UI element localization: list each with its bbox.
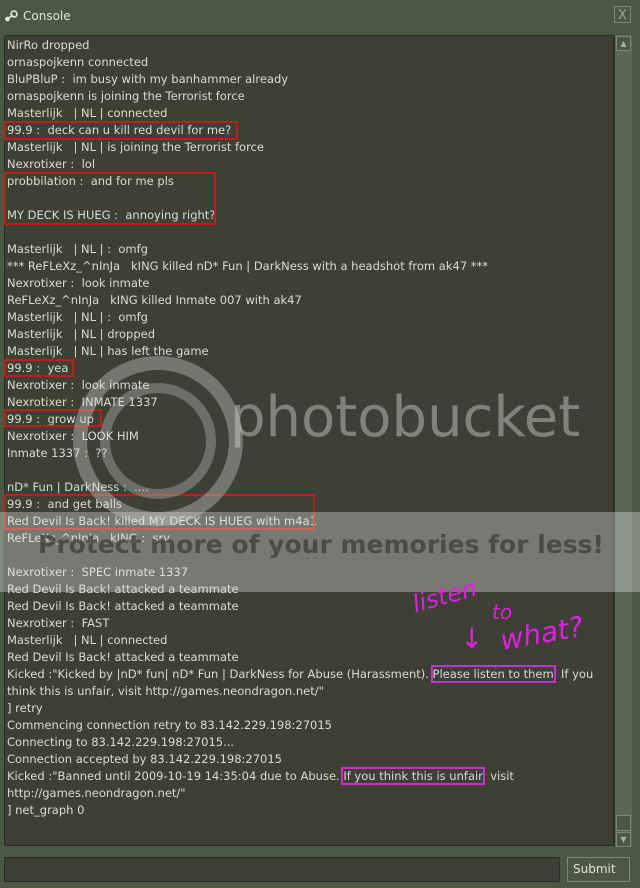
- line-text: Masterlijk | NL | connected: [7, 106, 168, 120]
- console-line: ornaspojkenn connected: [7, 54, 593, 71]
- line-text: ornaspojkenn connected: [7, 55, 149, 69]
- console-line: Nexrotixer : lol: [7, 156, 593, 173]
- scrollbar[interactable]: ▲ ▼: [614, 35, 632, 847]
- console-line: BluPBluP : im busy with my banhammer alr…: [7, 71, 593, 88]
- annotation-arrow-icon: ↓: [460, 622, 484, 655]
- line-text: If you: [553, 667, 594, 681]
- line-text: Nexrotixer : FAST: [7, 616, 110, 630]
- line-text: Connection accepted by 83.142.229.198:27…: [7, 752, 283, 766]
- line-text: Masterlijk | NL | has left the game: [7, 344, 209, 358]
- line-text: Nexrotixer : look inmate: [7, 276, 150, 290]
- annotation-to: to: [492, 600, 513, 624]
- photobucket-logo-ring-icon: [100, 383, 216, 499]
- line-text: Masterlijk | NL | : omfg: [7, 242, 148, 256]
- console-line: Masterlijk | NL | has left the game: [7, 343, 593, 360]
- console-line: Connection accepted by 83.142.229.198:27…: [7, 751, 593, 768]
- console-line: Nexrotixer : look inmate: [7, 275, 593, 292]
- console-line: Masterlijk | NL | : omfg: [7, 309, 593, 326]
- console-line: Kicked :"Banned until 2009-10-19 14:35:0…: [7, 767, 593, 785]
- close-button[interactable]: X: [614, 6, 631, 23]
- steam-icon: [5, 10, 18, 22]
- console-line: Masterlijk | NL | is joining the Terrori…: [7, 139, 593, 156]
- title-bar: Console X: [0, 0, 640, 34]
- console-line: http://games.neondragon.net/": [7, 785, 593, 802]
- line-text: Kicked :"Kicked by |nD* fun| nD* Fun | D…: [7, 667, 433, 681]
- line-text: ] retry: [7, 701, 43, 715]
- line-text: *** ReFLeXz_^nInJa kING killed nD* Fun |…: [7, 259, 489, 273]
- line-text: ] net_graph 0: [7, 803, 85, 817]
- scroll-down-icon[interactable]: ▼: [616, 832, 631, 847]
- console-line: ornaspojkenn is joining the Terrorist fo…: [7, 88, 593, 105]
- console-line: *** ReFLeXz_^nInJa kING killed nD* Fun |…: [7, 258, 593, 275]
- watermark-text: photobucket: [230, 385, 581, 450]
- line-text: Nexrotixer : lol: [7, 157, 96, 171]
- window-title: Console: [23, 9, 71, 23]
- console-line: NirRo dropped: [7, 37, 593, 54]
- line-text: NirRo dropped: [7, 38, 90, 52]
- console-line: ReFLeXz_^nInJa kING killed Inmate 007 wi…: [7, 292, 593, 309]
- line-text: ornaspojkenn is joining the Terrorist fo…: [7, 89, 245, 103]
- watermark-banner-text: Protect more of your memories for less!: [38, 530, 604, 559]
- line-text: Commencing connection retry to 83.142.22…: [7, 718, 332, 732]
- line-text: think this is unfair, visit http://games…: [7, 684, 324, 698]
- line-text: BluPBluP : im busy with my banhammer alr…: [7, 72, 289, 86]
- console-line: ] retry: [7, 700, 593, 717]
- magenta-highlight: If you think this is unfair: [341, 767, 485, 785]
- line-text: Masterlijk | NL | dropped: [7, 327, 155, 341]
- line-text: http://games.neondragon.net/": [7, 786, 186, 800]
- red-highlight-box: [4, 172, 216, 225]
- console-line: 99.9 : yea: [7, 360, 593, 377]
- line-text: Red Devil Is Back! attacked a teammate: [7, 599, 239, 613]
- console-line: ] net_graph 0: [7, 802, 593, 819]
- submit-button[interactable]: Submit: [567, 857, 630, 882]
- red-highlight-box: [4, 359, 74, 377]
- line-text: Masterlijk | NL | is joining the Terrori…: [7, 140, 264, 154]
- console-line: Masterlijk | NL | dropped: [7, 326, 593, 343]
- line-text: ReFLeXz_^nInJa kING killed Inmate 007 wi…: [7, 293, 302, 307]
- line-text: Kicked :"Banned until 2009-10-19 14:35:0…: [7, 769, 344, 783]
- console-line: Masterlijk | NL | : omfg: [7, 241, 593, 258]
- magenta-highlight: Please listen to them: [430, 665, 556, 683]
- red-highlight-box: [4, 121, 238, 140]
- console-line: Commencing connection retry to 83.142.22…: [7, 717, 593, 734]
- console-line: Connecting to 83.142.229.198:27015...: [7, 734, 593, 751]
- line-text: Connecting to 83.142.229.198:27015...: [7, 735, 235, 749]
- scroll-up-icon[interactable]: ▲: [616, 36, 631, 51]
- line-text: Masterlijk | NL | : omfg: [7, 310, 148, 324]
- line-text: visit: [482, 769, 514, 783]
- console-line: think this is unfair, visit http://games…: [7, 683, 593, 700]
- command-input[interactable]: [4, 857, 560, 882]
- line-text: Masterlijk | NL | connected: [7, 633, 168, 647]
- console-line: Kicked :"Kicked by |nD* fun| nD* Fun | D…: [7, 665, 594, 683]
- scroll-thumb[interactable]: [616, 815, 631, 831]
- line-text: Red Devil Is Back! attacked a teammate: [7, 650, 239, 664]
- console-line: Masterlijk | NL | connected: [7, 105, 593, 122]
